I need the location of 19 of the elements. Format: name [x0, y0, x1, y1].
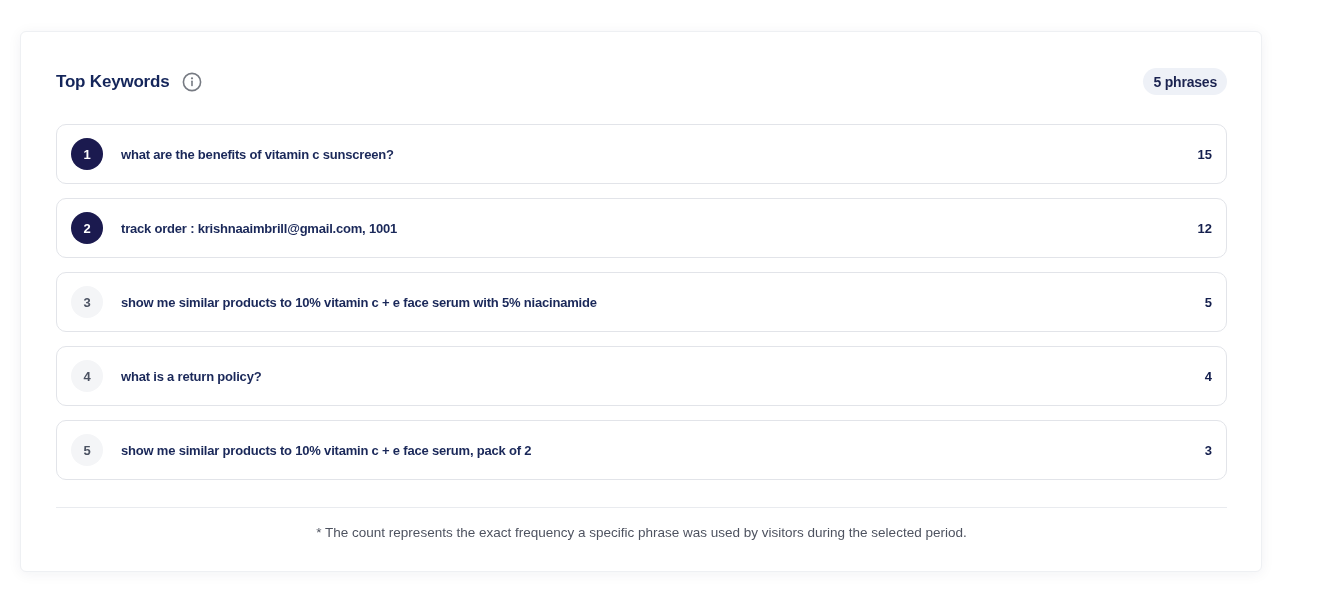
keyword-count: 12: [1197, 220, 1212, 236]
keyword-phrase: track order : krishnaaimbrill@gmail.com, 1001: [121, 220, 399, 236]
rank-badge: 1: [71, 138, 103, 170]
card-title: Top Keywords: [56, 71, 170, 92]
keyword-count: 5: [1204, 294, 1212, 310]
rank-badge: 2: [71, 212, 103, 244]
keyword-phrase: show me similar products to 10% vitamin c + e face serum, pack of 2: [121, 442, 533, 458]
info-icon[interactable]: [182, 71, 203, 92]
rank-badge: 3: [71, 286, 103, 318]
keyword-phrase: what are the benefits of vitamin c sunscreen?: [121, 146, 395, 162]
keyword-count: 15: [1197, 146, 1212, 162]
phrase-count-badge: 5 phrases: [1143, 68, 1227, 95]
keyword-count: 4: [1204, 368, 1212, 384]
rank-badge: 4: [71, 360, 103, 392]
footnote-text: * The count represents the exact frequency a specific phrase was used by visitors during the selected period.: [315, 524, 968, 542]
keyword-phrase: what is a return policy?: [121, 368, 263, 384]
keyword-phrase: show me similar products to 10% vitamin c + e face serum with 5% niacinamide: [121, 294, 598, 310]
keyword-count: 3: [1204, 442, 1212, 458]
rank-badge: 5: [71, 434, 103, 466]
